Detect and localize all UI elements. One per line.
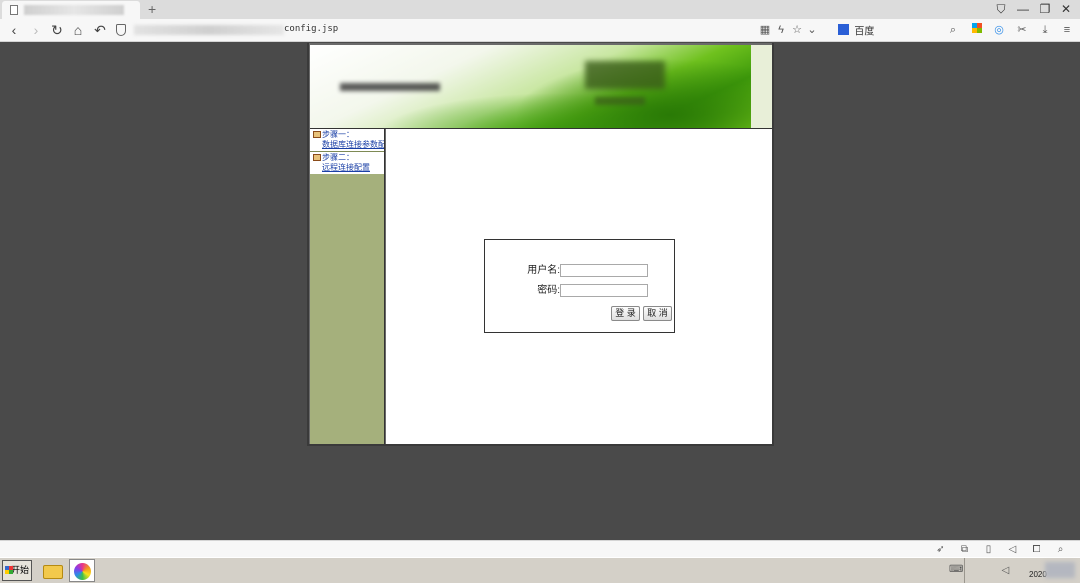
page-frame: 步骤一： 数据库连接参数配 步骤二： 远程连接配置 用户名: 密码: 登 录 取… [307, 43, 774, 446]
sidebar-menu: 步骤一： 数据库连接参数配 步骤二： 远程连接配置 [310, 129, 384, 174]
chevron-down-icon[interactable]: ⌄ [805, 23, 819, 37]
trash-icon[interactable]: ▯ [982, 543, 995, 556]
step-title: 步骤一： [322, 130, 354, 139]
banner-text-redacted [340, 83, 440, 91]
document-icon [10, 5, 18, 15]
username-input[interactable] [560, 264, 648, 277]
rocket-icon[interactable]: ➶ [934, 543, 947, 556]
password-label: 密码: [537, 285, 560, 296]
start-label: 开始 [10, 565, 29, 575]
sidebar-step-2: 步骤二： [310, 153, 384, 163]
password-input[interactable] [560, 284, 648, 297]
page-viewport: 步骤一： 数据库连接参数配 步骤二： 远程连接配置 用户名: 密码: 登 录 取… [0, 43, 1080, 540]
reload-button[interactable]: ↻ [49, 22, 65, 38]
url-path: config.jsp [284, 24, 339, 34]
zoom-icon[interactable]: ⌕ [1054, 543, 1067, 556]
sidebar-step-1: 步骤一： [310, 130, 384, 140]
volume-icon[interactable]: ◁ [1006, 543, 1019, 556]
cancel-button[interactable]: 取 消 [643, 306, 672, 321]
search-engine-label: 百度 [854, 26, 875, 38]
download-icon[interactable]: ⤓ [1038, 23, 1052, 37]
browser-toolbar: ‹ › ↻ ⌂ ↶ config.jsp ▦ ϟ ☆ ⌄ 百度 ⌕ ◎ ✂ ⤓ … [0, 19, 1080, 42]
sidebar-link-remote-config[interactable]: 远程连接配置 [310, 163, 384, 173]
shield-icon[interactable] [116, 24, 126, 36]
header-banner [310, 45, 751, 128]
banner-logo-redacted [585, 61, 665, 89]
tab-strip: + ⛉ — ❐ ✕ [0, 0, 1080, 19]
system-tray: ⌨ ◁ 2020 [949, 558, 1080, 583]
folder-icon [313, 154, 321, 162]
search-engine-selector[interactable]: 百度 [838, 22, 938, 38]
browser-tab-active[interactable] [2, 1, 140, 19]
tab-title-redacted [24, 5, 124, 15]
undo-close-tab-button[interactable]: ↶ [92, 22, 108, 38]
qr-code-icon[interactable]: ▦ [758, 23, 772, 37]
window-icon[interactable]: ⧉ [958, 543, 971, 556]
minimize-button[interactable]: — [1014, 2, 1032, 17]
new-tab-button[interactable]: + [148, 1, 156, 17]
baidu-icon [838, 24, 849, 36]
apps-grid-icon[interactable] [970, 23, 984, 37]
main-content: 用户名: 密码: 登 录 取 消 [386, 129, 772, 444]
file-explorer-icon[interactable] [40, 559, 66, 582]
banner-subtitle-redacted [595, 97, 645, 105]
forward-button[interactable]: › [28, 22, 44, 38]
banner-edge [751, 45, 772, 128]
password-row: 密码: [485, 284, 674, 298]
lightning-icon[interactable]: ϟ [774, 23, 788, 37]
hamburger-menu-icon[interactable]: ≡ [1060, 23, 1074, 37]
divider [310, 151, 384, 152]
back-button[interactable]: ‹ [6, 22, 22, 38]
pin-window-icon[interactable]: ⛉ [992, 2, 1010, 17]
search-icon[interactable]: ⌕ [946, 23, 960, 37]
start-button[interactable]: 开始 [2, 560, 32, 581]
browser-app-icon[interactable] [69, 559, 95, 582]
login-form: 用户名: 密码: 登 录 取 消 [484, 239, 675, 333]
os-taskbar: 开始 ⌨ ◁ 2020 [0, 557, 1080, 583]
folder-icon [313, 131, 321, 139]
restore-button[interactable]: ❐ [1036, 2, 1054, 17]
url-host-redacted [134, 25, 284, 35]
windows-logo-icon [5, 566, 13, 574]
extension-icon[interactable]: ◎ [992, 23, 1006, 37]
sidebar: 步骤一： 数据库连接参数配 步骤二： 远程连接配置 [310, 129, 385, 444]
username-row: 用户名: [485, 264, 674, 278]
browser-status-bar: ➶ ⧉ ▯ ◁ ⧠ ⌕ [0, 540, 1080, 557]
sidebar-link-db-config[interactable]: 数据库连接参数配 [310, 140, 384, 150]
screenshot-icon[interactable]: ⧠ [1030, 543, 1043, 556]
star-icon[interactable]: ☆ [790, 23, 804, 37]
scissors-icon[interactable]: ✂ [1015, 23, 1029, 37]
close-window-button[interactable]: ✕ [1057, 2, 1075, 17]
home-button[interactable]: ⌂ [70, 22, 86, 38]
speaker-icon[interactable]: ◁ [999, 564, 1012, 577]
step-title: 步骤二： [322, 153, 354, 162]
clock-redacted [1045, 562, 1075, 578]
login-button[interactable]: 登 录 [611, 306, 640, 321]
keyboard-icon[interactable]: ⌨ [949, 563, 963, 576]
username-label: 用户名: [527, 265, 560, 276]
